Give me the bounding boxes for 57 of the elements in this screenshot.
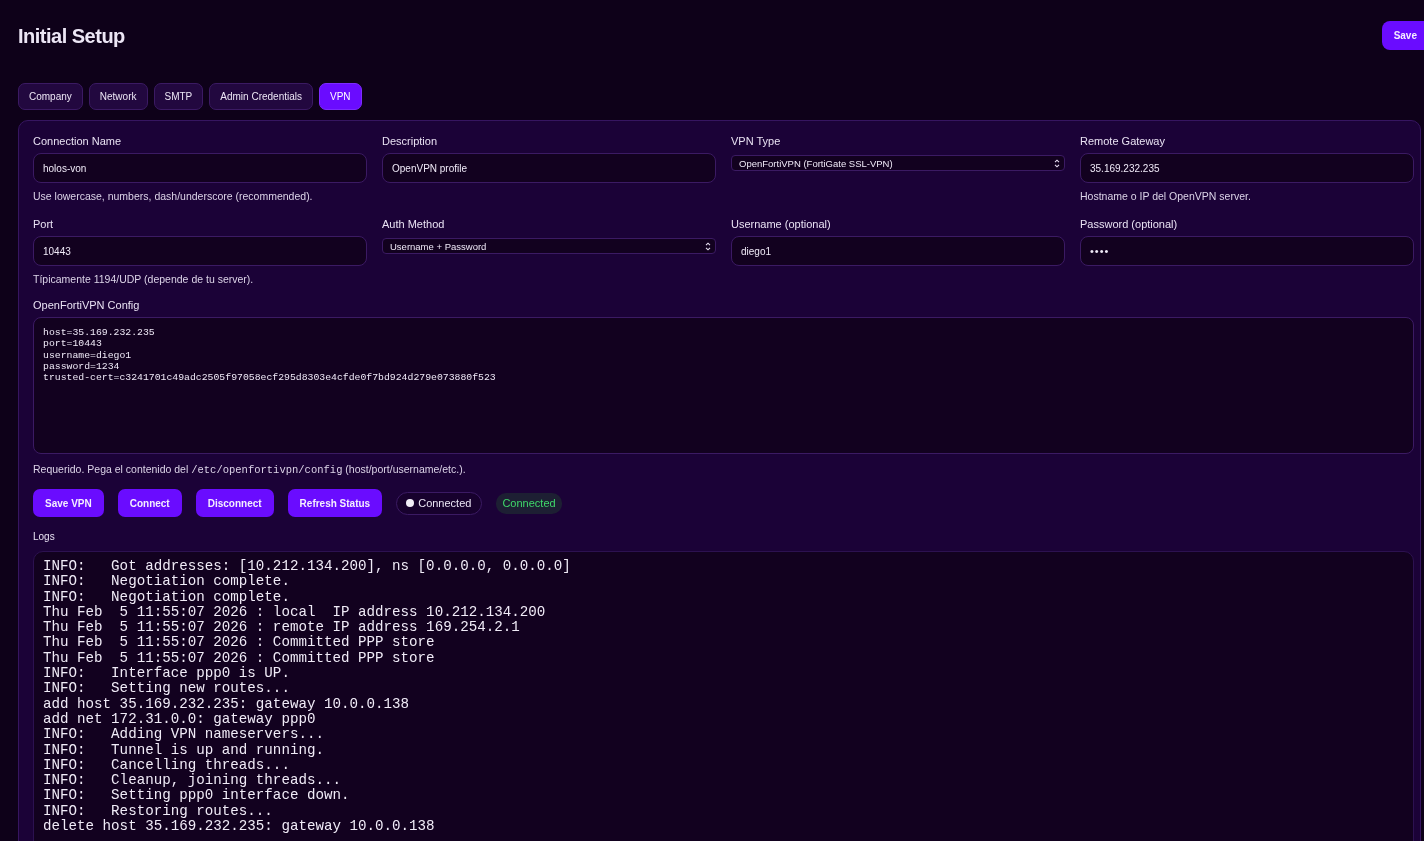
action-button[interactable]: Connect: [117, 489, 182, 517]
action-button[interactable]: Save VPN: [33, 489, 104, 517]
page-title: Initial Setup: [18, 24, 125, 48]
status-text: Connected: [418, 497, 472, 509]
log-line: Thu Feb 5 11:55:07 2026 : Committed PPP store: [43, 635, 436, 651]
text-field[interactable]: diego1: [731, 236, 1065, 266]
field-label: Username (optional): [731, 217, 832, 231]
log-line: INFO: Cleanup, joining threads...: [43, 773, 341, 789]
field-hint: Típicamente 1194/UDP (depende de tu server).: [33, 273, 255, 286]
log-line: Thu Feb 5 11:55:07 2026 : remote IP address 169.254.2.1: [43, 620, 521, 636]
action-button[interactable]: Refresh Status: [287, 489, 383, 517]
log-line: add host 35.169.232.235: gateway 10.0.0.138: [43, 696, 411, 712]
field-label: Port: [33, 217, 55, 231]
action-button[interactable]: Disconnect: [195, 489, 274, 517]
tab[interactable]: Network: [88, 83, 148, 110]
text-field[interactable]: 10443: [33, 236, 367, 266]
log-line: INFO: Got addresses: [10.212.134.200], ns [0.0.0.0, 0.0.0.0]: [43, 559, 572, 574]
field-hint: Hostname o IP del OpenVPN server.: [1080, 190, 1252, 203]
text-field[interactable]: OpenVPN profile: [382, 153, 716, 183]
status-dot-icon: [406, 499, 415, 507]
text-field[interactable]: 35.169.232.235: [1080, 153, 1414, 183]
log-line: Thu Feb 5 11:55:07 2026 : local IP address 10.212.134.200: [43, 604, 547, 620]
logs-label: Logs: [33, 531, 56, 543]
field-label: Remote Gateway: [1080, 134, 1166, 148]
log-line: INFO: Setting ppp0 interface down.: [43, 788, 351, 804]
tab[interactable]: Admin Credentials: [209, 83, 313, 110]
field-hint: Requerido. Pega el contenido del /etc/openfortivpn/config (host/port/username/etc.).: [33, 463, 467, 477]
select-field[interactable]: OpenFortiVPN (FortiGate SSL-VPN): [731, 155, 1065, 171]
field-label: Password (optional): [1080, 217, 1179, 231]
password-field[interactable]: ••••: [1080, 236, 1414, 266]
field-label: VPN Type: [731, 134, 782, 148]
log-line: INFO: Negotiation complete.: [43, 574, 291, 590]
log-line: add net 172.31.0.0: gateway ppp0: [43, 711, 317, 727]
log-line: INFO: Negotiation complete.: [43, 589, 291, 605]
log-line: INFO: Setting new routes...: [43, 681, 291, 697]
log-line: Thu Feb 5 11:55:07 2026 : Committed PPP store: [43, 650, 436, 666]
tab[interactable]: Company: [18, 83, 83, 110]
up-down-chevron-icon: [1054, 158, 1060, 168]
tab[interactable]: VPN: [319, 83, 362, 110]
config-textarea[interactable]: host=35.169.232.235 port=10443 username=diego1 password=1234 trusted-cert=c3241701c49adc2505f97058ecf295d8303e4cfde0f7bd924d279e073880f523: [33, 317, 1414, 454]
field-hint: Use lowercase, numbers, dash/underscore (recommended).: [33, 190, 314, 203]
status-badge: Connected: [496, 492, 562, 514]
log-line: INFO: Cancelling threads...: [43, 757, 290, 773]
up-down-chevron-icon: [705, 241, 711, 251]
field-label: Description: [382, 134, 439, 148]
log-line: delete host 35.169.232.235: gateway 10.0.0.138: [43, 819, 436, 835]
field-label: Connection Name: [33, 134, 123, 148]
field-label: OpenFortiVPN Config: [33, 298, 141, 312]
log-line: INFO: Interface ppp0 is UP.: [43, 666, 291, 682]
text-field[interactable]: holos-von: [33, 153, 367, 183]
save-button[interactable]: Save: [1381, 20, 1424, 50]
field-label: Auth Method: [382, 217, 446, 231]
tab[interactable]: SMTP: [153, 83, 204, 110]
select-field[interactable]: Username + Password: [382, 238, 716, 254]
log-line: INFO: Tunnel is up and running.: [43, 742, 325, 758]
log-line: INFO: Restoring routes...: [43, 803, 274, 819]
log-line: INFO: Adding VPN nameservers...: [43, 727, 325, 743]
